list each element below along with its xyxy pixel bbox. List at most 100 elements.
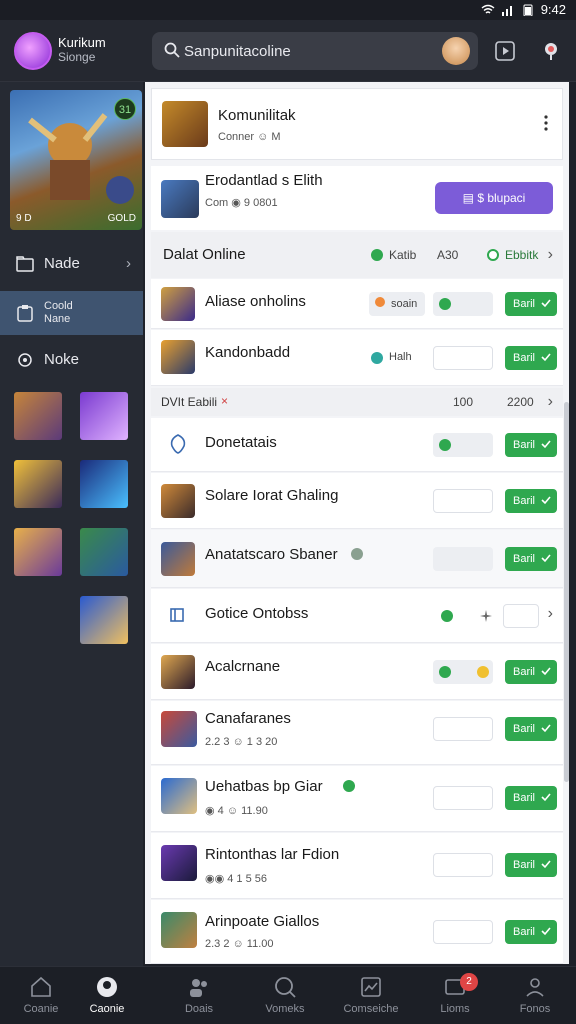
game-title: Rintonthas lar Fdion bbox=[205, 846, 340, 863]
game-title: Canafaranes bbox=[205, 710, 291, 727]
list-item[interactable]: Donetatais Baril bbox=[151, 418, 563, 472]
game-title: Aliase onholins bbox=[205, 293, 306, 310]
check-icon bbox=[541, 927, 551, 936]
install-button[interactable]: Baril bbox=[505, 346, 557, 370]
install-button[interactable]: Baril bbox=[505, 920, 557, 944]
action-chip[interactable] bbox=[433, 547, 493, 571]
nav-item-games[interactable]: Caonie bbox=[66, 967, 148, 1024]
game-title: Anatatscaro Sbaner bbox=[205, 546, 338, 563]
promo-title: Erodantlad s Elith bbox=[205, 172, 323, 189]
list-item[interactable]: Arinpoate Giallos 2.3 2 ☺ 11.00 Baril bbox=[151, 900, 563, 964]
install-button[interactable]: Baril bbox=[505, 853, 557, 877]
action-chip[interactable] bbox=[433, 489, 493, 513]
game-thumb[interactable] bbox=[80, 596, 128, 644]
subsection-title: DVIt Eabili bbox=[161, 395, 218, 409]
action-chip[interactable] bbox=[433, 853, 493, 877]
check-icon bbox=[541, 554, 551, 563]
install-button[interactable]: Baril bbox=[505, 489, 557, 513]
close-icon[interactable]: × bbox=[221, 394, 228, 408]
game-thumb[interactable] bbox=[14, 392, 62, 440]
info-badge-icon bbox=[351, 548, 363, 560]
game-icon bbox=[161, 778, 197, 814]
promo-button[interactable]: ▤ $ blupaci bbox=[435, 182, 553, 214]
game-icon bbox=[161, 912, 197, 948]
clipboard-icon bbox=[17, 305, 33, 322]
action-chip[interactable] bbox=[433, 292, 493, 316]
chevron-right-icon[interactable]: › bbox=[548, 246, 553, 264]
list-item[interactable]: Kandonbadd Halh Baril bbox=[151, 330, 563, 386]
action-chip[interactable] bbox=[433, 433, 493, 457]
community-card[interactable]: Komunilitak Conner ☺ M bbox=[151, 88, 563, 160]
list-item[interactable]: Aliase onholins soain Baril bbox=[151, 279, 563, 329]
sidebar-item-nade[interactable]: Nade › bbox=[0, 242, 143, 286]
game-icon bbox=[161, 655, 195, 689]
nav-label: Caonie bbox=[89, 1003, 125, 1015]
game-meta: 2.3 2 ☺ 11.00 bbox=[205, 938, 274, 950]
status-dot-icon bbox=[371, 249, 383, 261]
sidebar-item-noke[interactable]: Noke bbox=[0, 338, 143, 382]
action-chip[interactable] bbox=[433, 660, 493, 684]
nav-item-inbox[interactable]: 2 Lioms bbox=[414, 967, 496, 1024]
check-icon bbox=[541, 667, 551, 676]
scrollbar[interactable] bbox=[564, 402, 569, 782]
nav-item-chart[interactable]: Comseiche bbox=[330, 967, 412, 1024]
list-item[interactable]: Rintonthas lar Fdion ◉◉ 4 1 5 56 Baril bbox=[151, 833, 563, 899]
list-item[interactable]: Gotice Ontobss › bbox=[151, 589, 563, 643]
action-chip[interactable] bbox=[433, 786, 493, 810]
search-icon bbox=[275, 977, 296, 998]
action-chip[interactable] bbox=[433, 920, 493, 944]
notification-pin-icon[interactable] bbox=[540, 40, 562, 62]
install-button[interactable]: Baril bbox=[505, 786, 557, 810]
promo-card[interactable]: Erodantlad s Elith Com ◉ 9 0801 ▤ $ blup… bbox=[151, 166, 563, 230]
status-dot-icon bbox=[343, 780, 355, 792]
list-item[interactable]: Solare Iorat Ghaling Baril bbox=[151, 473, 563, 529]
game-chip[interactable]: soain bbox=[369, 292, 425, 316]
chevron-right-icon[interactable]: › bbox=[548, 393, 553, 411]
game-icon bbox=[161, 484, 195, 518]
brand-title: Kurikum bbox=[58, 35, 106, 50]
sidebar-item-coold[interactable]: Coold Nane bbox=[0, 291, 143, 335]
community-icon bbox=[162, 101, 208, 147]
chevron-right-icon[interactable]: › bbox=[548, 605, 553, 623]
home-icon bbox=[31, 976, 51, 997]
game-title: Donetatais bbox=[205, 434, 277, 451]
install-button[interactable]: Baril bbox=[505, 717, 557, 741]
user-chip[interactable] bbox=[503, 604, 539, 628]
nav-label: Comseiche bbox=[343, 1003, 399, 1015]
status-dot-icon bbox=[371, 352, 383, 364]
action-chip[interactable] bbox=[433, 717, 493, 741]
install-button[interactable]: Baril bbox=[505, 660, 557, 684]
profile-face-icon[interactable] bbox=[442, 37, 470, 65]
install-button[interactable]: Baril bbox=[505, 433, 557, 457]
game-thumb[interactable] bbox=[80, 528, 128, 576]
online-section-header: Dalat Online Katib A30 Ebbitk › bbox=[151, 232, 563, 278]
more-vertical-icon[interactable] bbox=[544, 115, 548, 131]
list-item[interactable]: Anatatscaro Sbaner Baril bbox=[151, 530, 563, 588]
action-chip[interactable] bbox=[433, 346, 493, 370]
nav-item-search[interactable]: Vomeks bbox=[244, 967, 326, 1024]
nav-item-profile[interactable]: Fonos bbox=[494, 967, 576, 1024]
bottom-nav: Coanie Caonie Doais Vomeks Comseiche 2 L… bbox=[0, 966, 576, 1024]
promo-icon bbox=[161, 180, 199, 218]
search-input[interactable]: Sanpunitacoline bbox=[152, 32, 478, 70]
main-panel: Komunilitak Conner ☺ M Erodantlad s Elit… bbox=[145, 82, 569, 964]
game-thumb[interactable] bbox=[14, 528, 62, 576]
game-thumb[interactable] bbox=[80, 460, 128, 508]
list-item[interactable]: Uehatbas bp Giar ◉ 4 ☺ 11.90 Baril bbox=[151, 766, 563, 832]
nav-label: Lioms bbox=[440, 1003, 470, 1015]
featured-game-banner[interactable]: 31 9 D GOLD bbox=[10, 90, 142, 230]
list-item[interactable]: Canafaranes 2.2 3 ☺ 1 3 20 Baril bbox=[151, 701, 563, 765]
game-thumb[interactable] bbox=[80, 392, 128, 440]
install-button[interactable]: Baril bbox=[505, 547, 557, 571]
notification-badge: 2 bbox=[460, 973, 478, 991]
check-icon bbox=[541, 353, 551, 362]
chevron-right-icon: › bbox=[126, 255, 131, 272]
nav-item-people[interactable]: Doais bbox=[158, 967, 240, 1024]
feature-badge: 31 bbox=[114, 98, 136, 120]
user-avatar[interactable] bbox=[14, 32, 52, 70]
folder-icon bbox=[16, 256, 34, 272]
install-button[interactable]: Baril bbox=[505, 292, 557, 316]
game-thumb[interactable] bbox=[14, 460, 62, 508]
play-square-icon[interactable] bbox=[494, 40, 516, 62]
list-item[interactable]: Acalcrnane Baril bbox=[151, 644, 563, 700]
